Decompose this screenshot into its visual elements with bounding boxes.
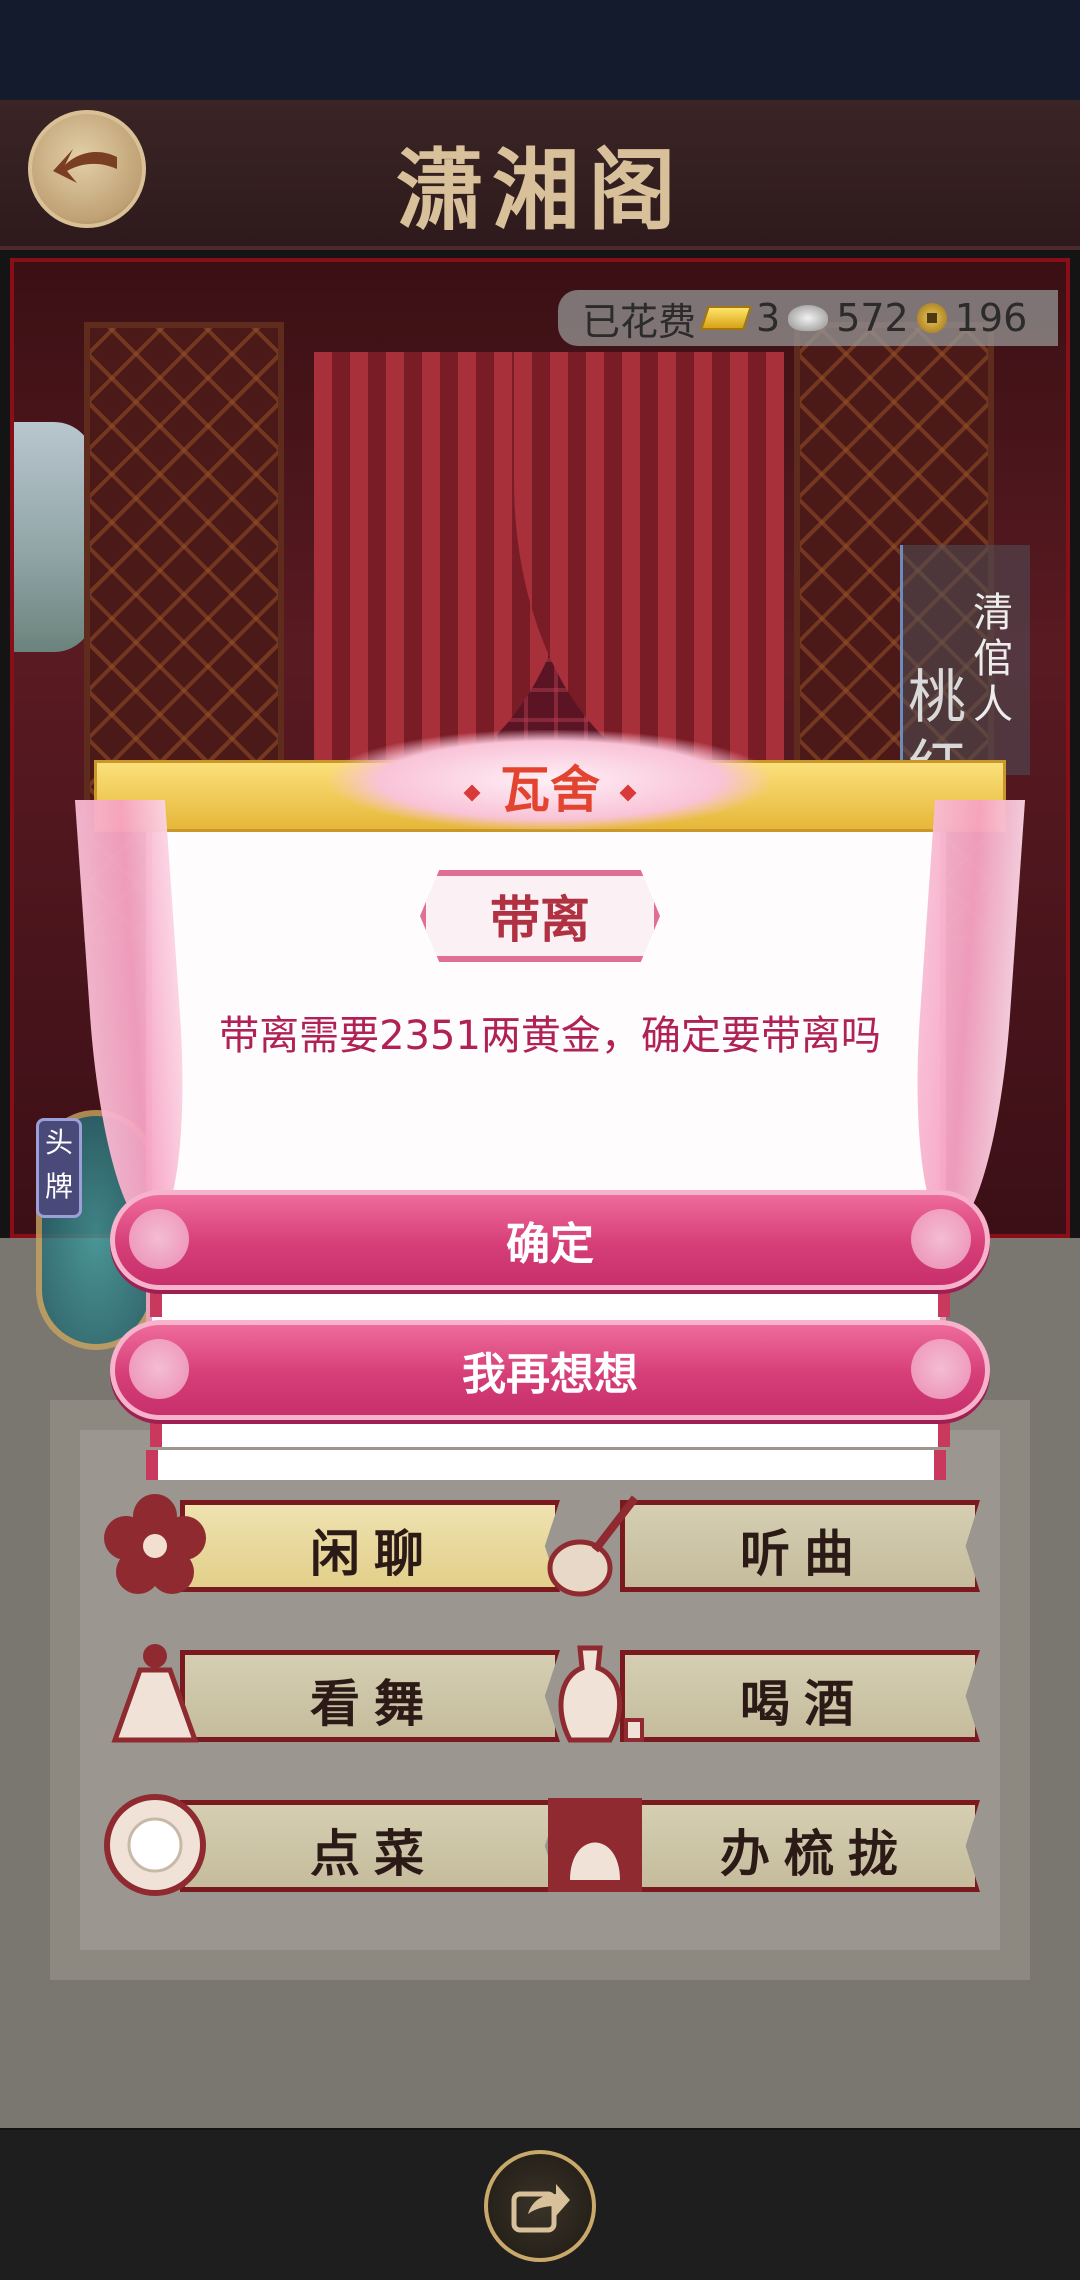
menu-chat-button[interactable]: 闲聊 bbox=[100, 1494, 560, 1600]
menu-drink-button[interactable]: 喝酒 bbox=[540, 1645, 1000, 1750]
cancel-button[interactable]: 我再想想 bbox=[110, 1320, 990, 1420]
silver-amount: 572 bbox=[836, 296, 909, 340]
take-away-dialog: 瓦舍 带离 带离需要2351两黄金，确定要带离吗 确定 我再想想 bbox=[74, 730, 1026, 1480]
dialog-subtitle: 带离 bbox=[490, 890, 590, 949]
gold-bar-icon bbox=[700, 306, 752, 330]
menu-label: 点菜 bbox=[310, 1824, 438, 1883]
diamond-icon bbox=[619, 784, 637, 802]
action-menu: 闲聊 听曲 看舞 喝酒 点菜 办梳拢 bbox=[50, 1400, 1030, 1980]
flower-icon bbox=[104, 1494, 206, 1594]
pipa-icon bbox=[547, 1495, 639, 1597]
cloud-ornament-icon bbox=[129, 1339, 189, 1399]
dialog-header-text: 瓦舍 bbox=[500, 760, 600, 819]
dialog-message: 带离需要2351两黄金，确定要带离吗 bbox=[219, 1013, 881, 1059]
wine-jug-icon bbox=[558, 1645, 644, 1743]
menu-label: 看舞 bbox=[310, 1674, 438, 1733]
share-icon bbox=[511, 2184, 570, 2233]
menu-dance-button[interactable]: 看舞 bbox=[100, 1644, 560, 1750]
dancer-icon bbox=[111, 1644, 199, 1743]
copper-amount: 196 bbox=[954, 296, 1028, 340]
mirror-icon bbox=[548, 1798, 642, 1892]
landscape-painting bbox=[14, 422, 94, 652]
status-bar bbox=[0, 0, 1080, 100]
cloud-ornament-icon bbox=[911, 1339, 971, 1399]
menu-label: 喝酒 bbox=[740, 1674, 868, 1733]
silver-ingot-icon bbox=[788, 305, 829, 331]
copper-coin-icon bbox=[916, 303, 947, 333]
spent-summary: 已花费 3 572 196 bbox=[558, 290, 1058, 346]
menu-combing-button[interactable]: 办梳拢 bbox=[540, 1798, 1000, 1900]
menu-label: 闲聊 bbox=[310, 1524, 438, 1583]
title-bar: 潇湘阁 bbox=[0, 100, 1080, 250]
cancel-button-label: 我再想想 bbox=[462, 1349, 638, 1400]
dialog-header: 瓦舍 bbox=[330, 750, 770, 822]
menu-label: 听曲 bbox=[740, 1524, 868, 1583]
spent-label: 已花费 bbox=[582, 299, 697, 344]
dish-icon bbox=[104, 1794, 206, 1896]
menu-order-food-button[interactable]: 点菜 bbox=[100, 1794, 560, 1900]
share-button[interactable] bbox=[484, 2150, 596, 2262]
dialog-subtitle-badge: 带离 bbox=[420, 870, 660, 962]
page-title: 潇湘阁 bbox=[395, 138, 684, 242]
diamond-icon bbox=[463, 784, 481, 802]
header-bloom: 瓦舍 bbox=[330, 730, 770, 830]
confirm-button[interactable]: 确定 bbox=[110, 1190, 990, 1290]
dialog-bottom-rail bbox=[146, 1450, 946, 1480]
cloud-ornament-icon bbox=[911, 1209, 971, 1269]
menu-label: 办梳拢 bbox=[720, 1824, 912, 1883]
cloud-ornament-icon bbox=[129, 1209, 189, 1269]
gold-amount: 3 bbox=[756, 296, 781, 340]
confirm-button-label: 确定 bbox=[506, 1219, 594, 1270]
bottom-bar bbox=[0, 2130, 1080, 2280]
head-tab[interactable]: 头牌 bbox=[36, 1118, 82, 1218]
menu-listen-button[interactable]: 听曲 bbox=[540, 1495, 1000, 1600]
character-rank: 清倌人 bbox=[973, 590, 1013, 728]
